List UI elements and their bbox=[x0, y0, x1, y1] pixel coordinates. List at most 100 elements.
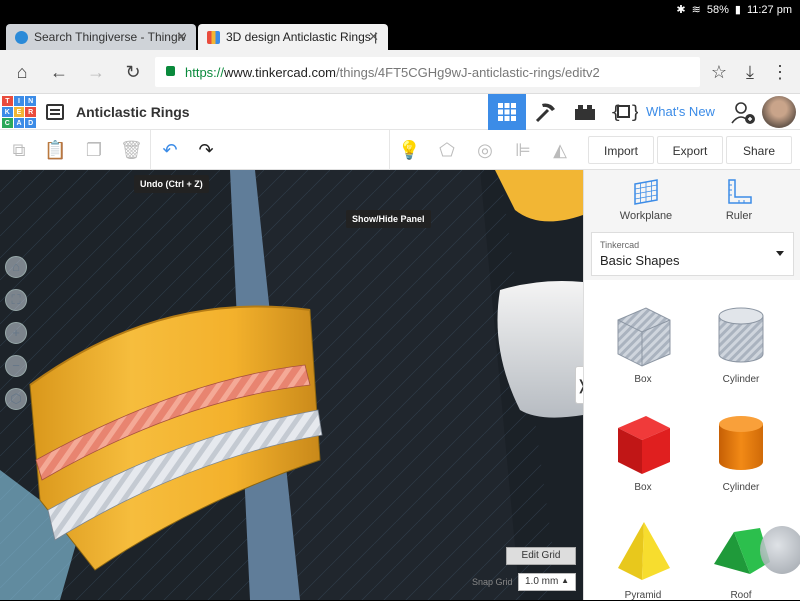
group-icon[interactable]: ⬠ bbox=[436, 139, 458, 161]
ruler-icon bbox=[728, 179, 752, 204]
address-bar: ⌂ ← → ↻ https://www.tinkercad.com/things… bbox=[0, 50, 800, 94]
snap-grid-label: Snap Grid bbox=[472, 577, 513, 587]
pickaxe-icon bbox=[535, 103, 555, 123]
perspective-cube-icon[interactable]: ⬡ bbox=[5, 388, 27, 410]
workplane-button[interactable]: Workplane bbox=[606, 178, 686, 222]
shape-cylinder[interactable]: Cylinder bbox=[696, 410, 786, 493]
logo-letter: A bbox=[13, 118, 25, 128]
wifi-icon: ≋ bbox=[691, 4, 701, 16]
delete-icon[interactable]: 🗑 bbox=[120, 139, 143, 161]
logo-letter: K bbox=[2, 107, 13, 117]
avatar[interactable] bbox=[762, 96, 796, 128]
code-blocks-icon: { } bbox=[610, 102, 638, 123]
download-icon[interactable]: ⤓ bbox=[738, 60, 762, 84]
dropdown-arrow-icon bbox=[776, 251, 784, 256]
tab-tinkercad[interactable]: 3D design Anticlastic Rings | ✕ bbox=[198, 24, 388, 50]
grid-icon bbox=[498, 103, 516, 121]
tab-title: 3D design Anticlastic Rings | bbox=[226, 30, 378, 44]
shape-library-select[interactable]: Tinkercad Basic Shapes bbox=[591, 232, 794, 276]
back-icon[interactable]: ← bbox=[47, 60, 71, 84]
lock-icon bbox=[166, 66, 175, 76]
export-button[interactable]: Export bbox=[657, 136, 723, 164]
edit-grid-button[interactable]: Edit Grid bbox=[506, 547, 576, 565]
redo-icon[interactable]: ↷ bbox=[195, 139, 217, 161]
chevron-up-icon: ▲ bbox=[561, 576, 569, 585]
logo-letter: R bbox=[25, 107, 36, 117]
snap-grid-select[interactable]: 1.0 mm ▲ bbox=[518, 573, 576, 591]
share-button[interactable]: Share bbox=[726, 136, 792, 164]
mirror-icon[interactable]: ◭ bbox=[549, 139, 571, 161]
more-menu-icon[interactable]: ⋮ bbox=[768, 60, 792, 84]
tab-title: Search Thingiverse - Thingiv bbox=[34, 30, 187, 44]
tinkercad-logo[interactable]: T I N K E R C A D bbox=[2, 96, 36, 128]
promo-badge-icon[interactable] bbox=[760, 526, 800, 574]
library-provider: Tinkercad bbox=[600, 240, 640, 250]
scene-render bbox=[0, 170, 583, 600]
close-icon[interactable]: ✕ bbox=[176, 29, 187, 45]
align-icon[interactable]: ⊫ bbox=[512, 139, 534, 161]
shapes-panel: Workplane Ruler Tinkercad Basic Shapes B… bbox=[583, 170, 800, 601]
duplicate-icon[interactable]: ❐ bbox=[83, 139, 105, 161]
minecraft-view-button[interactable] bbox=[527, 94, 565, 130]
bluetooth-icon: ✱ bbox=[676, 4, 686, 16]
design-menu-icon[interactable] bbox=[46, 104, 64, 120]
add-user-icon[interactable] bbox=[730, 100, 756, 131]
divider bbox=[150, 130, 151, 170]
3d-design-view-button[interactable] bbox=[488, 94, 526, 130]
undo-tooltip: Undo (Ctrl + Z) bbox=[134, 175, 209, 193]
ungroup-icon[interactable]: ◎ bbox=[474, 139, 496, 161]
shape-pyramid[interactable]: Pyramid bbox=[598, 518, 688, 601]
logo-letter: T bbox=[2, 96, 13, 106]
lightbulb-icon[interactable]: 💡 bbox=[398, 139, 420, 161]
shape-label: Box bbox=[634, 482, 652, 493]
codeblocks-view-button[interactable]: { } bbox=[605, 94, 643, 130]
design-title[interactable]: Anticlastic Rings bbox=[76, 104, 190, 120]
thingiverse-favicon-icon bbox=[15, 31, 28, 44]
logo-letter: N bbox=[25, 96, 36, 106]
shape-label: Cylinder bbox=[722, 482, 760, 493]
copy-icon[interactable]: ⧉ bbox=[8, 139, 30, 161]
show-hide-panel-tooltip: Show/Hide Panel bbox=[346, 210, 431, 228]
shape-label: Cylinder bbox=[722, 374, 760, 385]
reload-icon[interactable]: ↻ bbox=[121, 60, 145, 84]
whats-new-link[interactable]: What's New bbox=[646, 104, 715, 119]
shape-label: Box bbox=[634, 374, 652, 385]
pyramid-icon bbox=[618, 522, 670, 580]
close-icon[interactable]: ✕ bbox=[368, 29, 379, 45]
shape-box-hole[interactable]: Box bbox=[598, 302, 688, 385]
fit-view-icon[interactable]: ⛶ bbox=[5, 289, 27, 311]
edit-toolbar: ⧉ 📋 ❐ 🗑 ↶ ↷ 💡 ⬠ ◎ ⊫ ◭ Import Export Shar… bbox=[0, 130, 800, 170]
logo-letter: E bbox=[13, 107, 25, 117]
shape-box[interactable]: Box bbox=[598, 410, 688, 493]
zoom-in-icon[interactable]: + bbox=[5, 322, 27, 344]
paste-icon[interactable]: 📋 bbox=[44, 139, 66, 161]
logo-letter: C bbox=[2, 118, 13, 128]
shape-label: Roof bbox=[730, 590, 752, 601]
clock: 11:27 pm bbox=[746, 3, 792, 16]
url-field[interactable]: https://www.tinkercad.com/things/4FT5CGH… bbox=[155, 57, 700, 87]
cylinder-hole-icon bbox=[718, 307, 764, 363]
undo-icon[interactable]: ↶ bbox=[159, 139, 181, 161]
lego-bricks-view-button[interactable] bbox=[566, 94, 604, 130]
home-view-icon[interactable]: ⌂ bbox=[5, 256, 27, 278]
import-button[interactable]: Import bbox=[588, 136, 654, 164]
svg-text:}: } bbox=[630, 102, 638, 123]
forward-icon[interactable]: → bbox=[84, 60, 108, 84]
browser-tab-strip: Search Thingiverse - Thingiv ✕ 3D design… bbox=[0, 20, 800, 64]
ruler-button[interactable]: Ruler bbox=[699, 178, 779, 222]
shape-cylinder-hole[interactable]: Cylinder bbox=[696, 302, 786, 385]
tab-thingiverse[interactable]: Search Thingiverse - Thingiv ✕ bbox=[6, 24, 196, 50]
url-path: /things/4FT5CGHg9wJ-anticlastic-rings/ed… bbox=[336, 65, 600, 80]
workplane-icon bbox=[634, 179, 658, 205]
bookmark-star-icon[interactable]: ☆ bbox=[707, 60, 731, 84]
zoom-out-icon[interactable]: − bbox=[5, 355, 27, 377]
status-bar: ✱ ≋ 58% ▮ 11:27 pm bbox=[0, 0, 800, 20]
box-hole-icon bbox=[617, 307, 671, 367]
box-icon bbox=[618, 416, 670, 474]
logo-letter: I bbox=[13, 96, 25, 106]
3d-workplane-canvas[interactable]: Undo (Ctrl + Z) Show/Hide Panel ⌂ ⛶ + − … bbox=[0, 170, 583, 600]
home-icon[interactable]: ⌂ bbox=[10, 60, 34, 84]
battery-level: 58% bbox=[706, 3, 729, 16]
cylinder-icon bbox=[719, 416, 763, 470]
url-host: www.tinkercad.com bbox=[224, 65, 337, 80]
